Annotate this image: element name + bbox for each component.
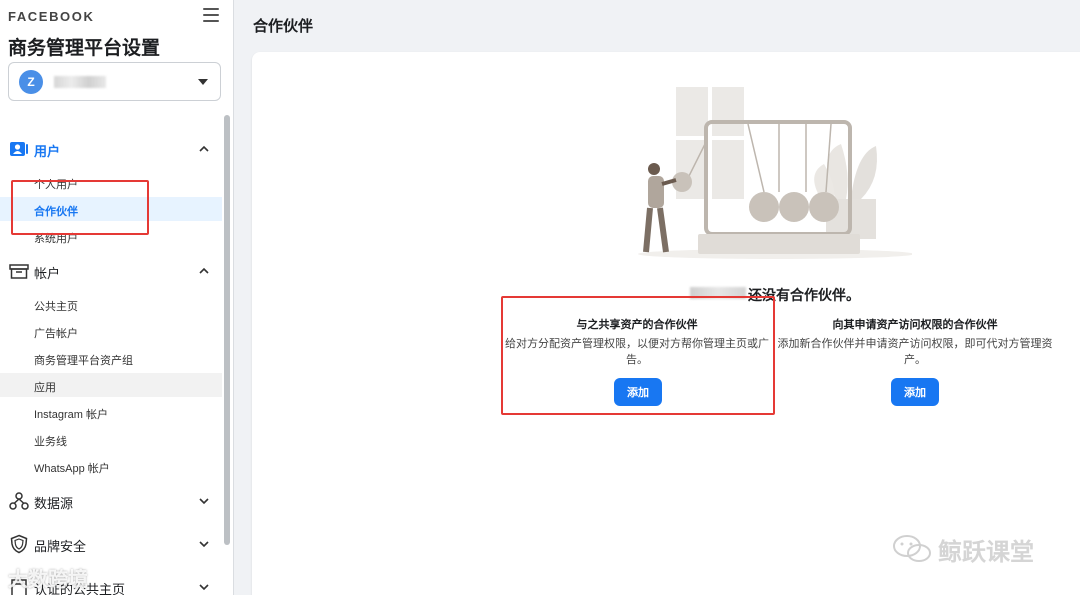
sidebar-item-apps[interactable]: 应用 [0, 373, 222, 397]
highlight-box-partners [11, 180, 149, 235]
account-name-redacted [54, 76, 106, 88]
section-accounts-label: 帐户 [34, 266, 61, 281]
facebook-brand: FACEBOOK [8, 9, 95, 24]
sidebar-item-label: 业务线 [34, 436, 67, 448]
sidebar-item-label: 商务管理平台资产组 [34, 355, 133, 367]
hamburger-menu-icon[interactable] [203, 8, 219, 24]
sidebar-item-whatsapp[interactable]: WhatsApp 帐户 [0, 454, 222, 478]
sidebar: FACEBOOK 商务管理平台设置 Z 用户 个人用户 合作伙伴 系统用户 帐户… [0, 0, 234, 595]
caret-down-icon [198, 79, 208, 85]
chevron-up-icon [199, 267, 209, 274]
sidebar-item-label: WhatsApp 帐户 [34, 463, 110, 475]
section-users-label: 用户 [34, 144, 61, 159]
page-title: 合作伙伴 [253, 18, 314, 35]
shield-icon [10, 534, 28, 554]
watermark-left: 大数跨境 [8, 569, 88, 591]
account-selector[interactable]: Z [8, 62, 221, 101]
sidebar-scrollbar[interactable] [224, 115, 230, 545]
users-icon [10, 142, 28, 156]
watermark-right: 鲸跃课堂 [938, 539, 1034, 566]
add-partner-request-button[interactable]: 添加 [891, 378, 939, 406]
chevron-down-icon [199, 541, 209, 548]
section-users[interactable]: 用户 [0, 135, 222, 163]
highlight-box-share-option [501, 296, 775, 415]
sidebar-item-instagram[interactable]: Instagram 帐户 [0, 400, 222, 424]
data-sources-icon [9, 492, 29, 510]
section-brand-safety[interactable]: 品牌安全 [0, 530, 222, 558]
sidebar-item-label: Instagram 帐户 [34, 409, 108, 421]
avatar: Z [19, 70, 43, 94]
settings-title: 商务管理平台设置 [8, 38, 161, 59]
sidebar-item-label: 广告帐户 [34, 328, 78, 340]
sidebar-item-asset-groups[interactable]: 商务管理平台资产组 [0, 346, 222, 370]
newtons-cradle-illustration [638, 87, 912, 259]
section-brand-safety-label: 品牌安全 [34, 539, 87, 554]
wechat-icon [893, 535, 931, 562]
section-accounts[interactable]: 帐户 [0, 257, 222, 285]
option-request-title: 向其申请资产访问权限的合作伙伴 [832, 319, 998, 331]
chevron-down-icon [199, 498, 209, 505]
sidebar-item-label: 公共主页 [34, 301, 78, 313]
sidebar-item-label: 应用 [34, 382, 56, 394]
section-data-sources[interactable]: 数据源 [0, 487, 222, 515]
chevron-down-icon [199, 584, 209, 591]
sidebar-item-business-lines[interactable]: 业务线 [0, 427, 222, 451]
sidebar-item-pages[interactable]: 公共主页 [0, 292, 222, 316]
option-request-description: 添加新合作伙伴并申请资产访问权限，即可代对方管理资产。 [777, 338, 1053, 366]
sidebar-item-ad-accounts[interactable]: 广告帐户 [0, 319, 222, 343]
chevron-up-icon [199, 145, 209, 152]
section-data-sources-label: 数据源 [34, 496, 74, 511]
archive-icon [9, 264, 29, 279]
